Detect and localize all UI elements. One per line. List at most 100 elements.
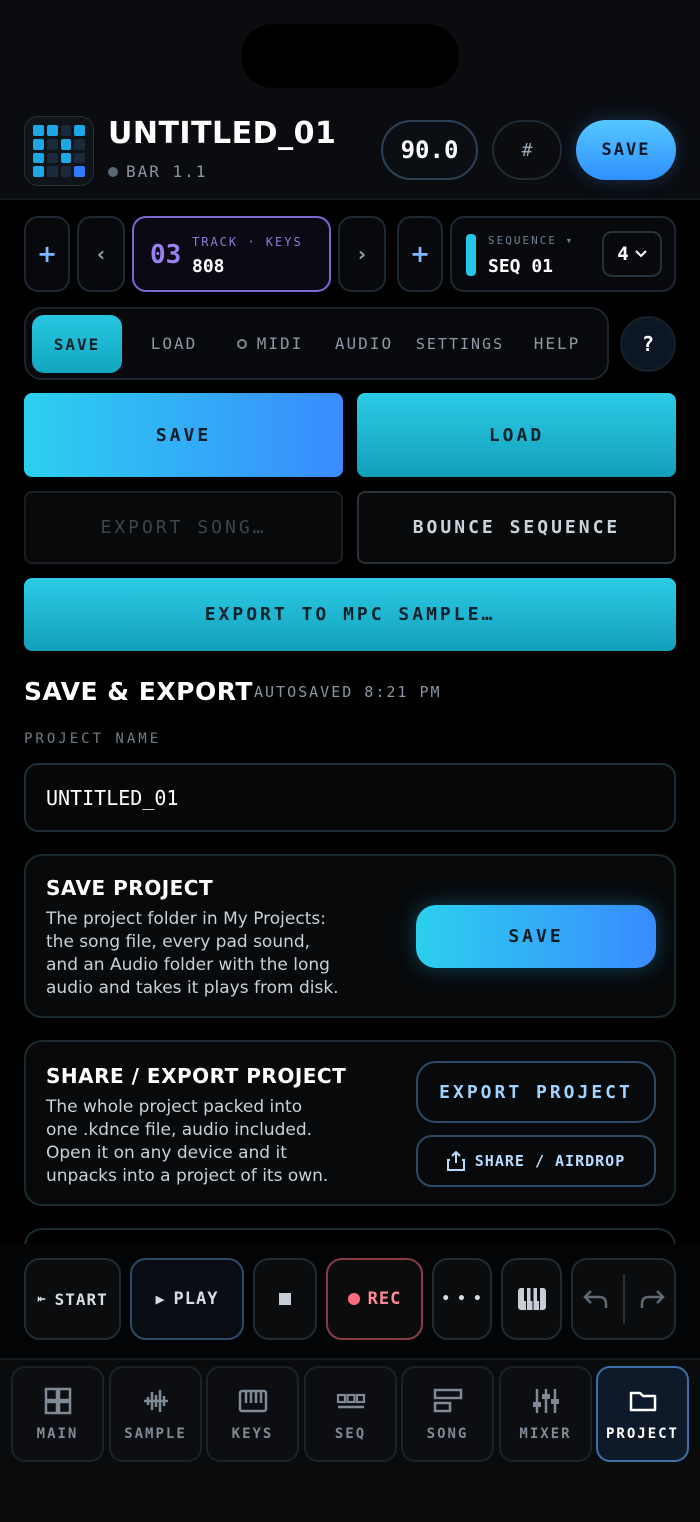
record-icon: [347, 1293, 360, 1305]
redo-icon[interactable]: [639, 1287, 665, 1311]
play-button[interactable]: ▶ PLAY: [130, 1258, 244, 1340]
save-project-title: SAVE PROJECT: [46, 876, 214, 900]
share-export-description: The whole project packed into one .kdnce…: [46, 1096, 386, 1188]
sequence-bars-value: 4: [617, 243, 629, 265]
nav-sample-label: SAMPLE: [124, 1426, 187, 1442]
undo-icon[interactable]: [582, 1287, 609, 1311]
tab-midi-label: MIDI: [256, 334, 304, 353]
save-desc-line: audio and takes it plays from disk.: [46, 978, 339, 998]
nav-seq-label: SEQ: [334, 1426, 367, 1442]
sequence-selector[interactable]: SEQUENCE ▾ SEQ 01 4: [450, 216, 676, 292]
save-desc-line: and an Audio folder with the long: [46, 955, 330, 975]
play-icon: ▶: [155, 1290, 166, 1308]
sequence-color-bar: [466, 234, 476, 276]
app-pad-grid-icon[interactable]: [24, 116, 94, 186]
nav-keys[interactable]: KEYS: [206, 1366, 299, 1462]
start-label: START: [54, 1289, 108, 1309]
nav-mixer[interactable]: MIXER: [499, 1366, 592, 1462]
save-project-description: The project folder in My Projects: the s…: [46, 908, 386, 1000]
nav-song[interactable]: SONG: [401, 1366, 494, 1462]
share-airdrop-label: SHARE / AIRDROP: [474, 1152, 626, 1170]
header-divider: [0, 198, 700, 200]
save-action-button[interactable]: SAVE: [24, 393, 343, 477]
export-song-button[interactable]: EXPORT SONG…: [24, 491, 343, 564]
share-icon: [446, 1151, 465, 1171]
load-action-button[interactable]: LOAD: [357, 393, 676, 477]
play-label: PLAY: [173, 1289, 219, 1309]
device-notch: [241, 24, 459, 88]
project-tab-bar: SAVE LOAD MIDI AUDIO SETTINGS HELP: [24, 307, 609, 380]
share-export-title: SHARE / EXPORT PROJECT: [46, 1064, 347, 1088]
mixer-faders-icon: [532, 1389, 559, 1413]
sequence-bars-dropdown[interactable]: 4: [602, 231, 662, 277]
record-button[interactable]: REC: [326, 1258, 423, 1340]
nav-main-label: MAIN: [36, 1426, 79, 1442]
grid-hash-button[interactable]: #: [492, 120, 562, 180]
project-name-field[interactable]: UNTITLED_01: [24, 763, 676, 832]
folder-icon: [629, 1391, 656, 1412]
share-export-card: SHARE / EXPORT PROJECT The whole project…: [24, 1040, 676, 1206]
help-button[interactable]: ?: [620, 316, 676, 372]
nav-project-label: PROJECT: [605, 1426, 679, 1442]
save-project-card: SAVE PROJECT The project folder in My Pr…: [24, 854, 676, 1018]
share-desc-line: The whole project packed into: [46, 1097, 303, 1117]
nav-song-label: SONG: [426, 1426, 469, 1442]
start-button[interactable]: ⇤ START: [24, 1258, 121, 1340]
undo-redo-group: [571, 1258, 676, 1340]
tab-settings[interactable]: SETTINGS: [410, 309, 510, 378]
waveform-icon: [143, 1390, 168, 1412]
next-track-button[interactable]: ›: [338, 216, 386, 292]
start-icon: ⇤: [37, 1291, 47, 1307]
grid-icon: [44, 1387, 71, 1415]
track-name: 808: [192, 256, 225, 277]
bounce-sequence-button[interactable]: BOUNCE SEQUENCE: [357, 491, 676, 564]
prev-track-button[interactable]: ‹: [77, 216, 125, 292]
song-blocks-icon: [433, 1388, 462, 1413]
stop-icon: [279, 1293, 291, 1305]
stop-button[interactable]: [253, 1258, 317, 1340]
chevron-down-icon: [635, 250, 647, 258]
section-title: SAVE & EXPORT: [24, 677, 253, 706]
project-title: UNTITLED_01: [108, 116, 337, 151]
tempo-button[interactable]: 90.0: [381, 120, 478, 180]
midi-status-icon: [236, 338, 247, 349]
export-project-button[interactable]: EXPORT PROJECT: [416, 1061, 656, 1123]
nav-keys-label: KEYS: [231, 1426, 274, 1442]
nav-project[interactable]: PROJECT: [596, 1366, 689, 1462]
tab-midi[interactable]: MIDI: [222, 309, 318, 378]
keyboard-icon: [238, 1389, 267, 1413]
bar-dot-icon: [108, 166, 118, 177]
share-desc-line: one .kdnce file, audio included.: [46, 1120, 313, 1140]
tab-help[interactable]: HELP: [522, 309, 592, 378]
save-desc-line: the song file, every pad sound,: [46, 932, 311, 952]
undo-redo-divider: [622, 1274, 625, 1324]
share-desc-line: unpacks into a project of its own.: [46, 1166, 329, 1186]
tab-audio[interactable]: AUDIO: [324, 309, 404, 378]
track-label: TRACK · KEYS: [192, 235, 303, 249]
sequence-label: SEQUENCE ▾: [488, 234, 575, 247]
header-save-button[interactable]: SAVE: [576, 120, 676, 180]
nav-mixer-label: MIXER: [519, 1426, 572, 1442]
share-desc-line: Open it on any device and it: [46, 1143, 287, 1163]
add-sequence-button[interactable]: +: [397, 216, 443, 292]
nav-sample[interactable]: SAMPLE: [109, 1366, 202, 1462]
sequencer-icon: [336, 1393, 365, 1409]
more-button[interactable]: • • •: [432, 1258, 492, 1340]
track-number: 03: [150, 240, 182, 270]
export-mpc-sample-button[interactable]: EXPORT TO MPC SAMPLE…: [24, 578, 676, 651]
keyboard-button[interactable]: [501, 1258, 562, 1340]
piano-keys-icon: [517, 1288, 546, 1310]
tab-save[interactable]: SAVE: [32, 315, 122, 373]
bar-position-text: BAR 1.1: [126, 162, 208, 181]
nav-main[interactable]: MAIN: [11, 1366, 104, 1462]
nav-seq[interactable]: SEQ: [304, 1366, 397, 1462]
save-project-button[interactable]: SAVE: [416, 905, 656, 968]
share-airdrop-button[interactable]: SHARE / AIRDROP: [416, 1135, 656, 1187]
sequence-name: SEQ 01: [488, 256, 554, 277]
record-label: REC: [367, 1289, 402, 1309]
track-selector[interactable]: 03 TRACK · KEYS 808: [132, 216, 331, 292]
tab-load[interactable]: LOAD: [130, 309, 218, 378]
bar-position: BAR 1.1: [108, 162, 207, 181]
autosaved-status: AUTOSAVED 8:21 PM: [254, 683, 442, 701]
add-track-button[interactable]: +: [24, 216, 70, 292]
